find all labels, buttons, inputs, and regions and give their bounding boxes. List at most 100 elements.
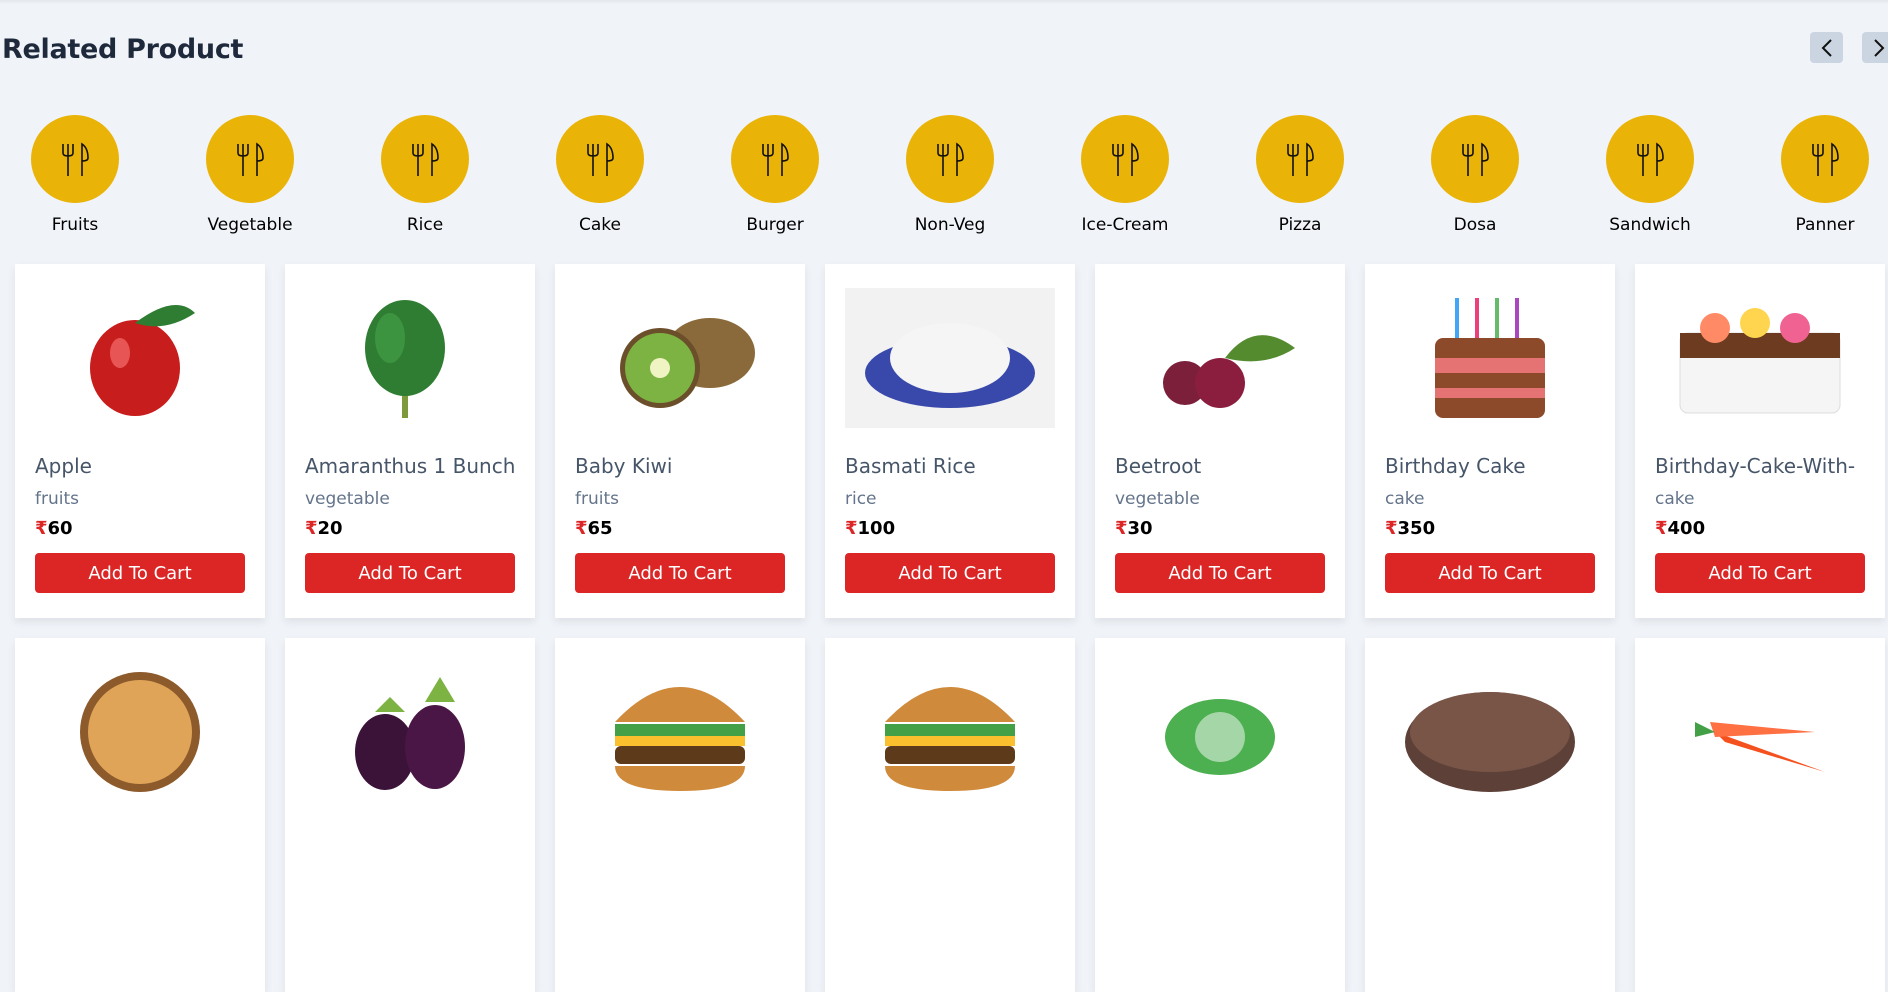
category-label: Vegetable	[207, 215, 293, 235]
rupee-icon: ₹	[1115, 518, 1128, 539]
utensils-icon	[62, 142, 89, 176]
utensils-icon	[587, 142, 614, 176]
utensils-icon	[1112, 142, 1139, 176]
category-row: Fruits Vegetable Rice Cake Burger Non-Veg Ice-…	[0, 115, 1888, 245]
utensils-icon	[1287, 142, 1314, 176]
cake-image	[1435, 298, 1545, 418]
rupee-icon: ₹	[575, 518, 588, 539]
chevron-left-icon	[1821, 38, 1832, 57]
price-value: 350	[1397, 518, 1436, 539]
prev-button[interactable]	[1810, 32, 1843, 63]
product-image[interactable]	[35, 662, 245, 802]
product-card	[1365, 638, 1615, 992]
category-rice[interactable]: Rice	[355, 115, 495, 235]
utensils-icon	[1812, 142, 1839, 176]
category-circle	[381, 115, 469, 203]
product-name[interactable]: Birthday-Cake-With-	[1655, 454, 1869, 478]
product-image[interactable]	[845, 662, 1055, 802]
utensils-icon	[237, 142, 264, 176]
beetroot-image	[1163, 335, 1295, 408]
product-name[interactable]: Apple	[35, 454, 249, 478]
product-card: Amaranthus 1 Bunch vegetable ₹20 Add To Car…	[285, 264, 535, 618]
category-cake[interactable]: Cake	[530, 115, 670, 235]
category-ice-cream[interactable]: Ice-Cream	[1055, 115, 1195, 235]
product-category: cake	[1655, 489, 1695, 509]
product-category: cake	[1385, 489, 1425, 509]
product-card: Birthday Cake cake ₹350 Add To Cart	[1365, 264, 1615, 618]
utensils-icon	[412, 142, 439, 176]
utensils-icon	[1462, 142, 1489, 176]
add-to-cart-button[interactable]: Add To Cart	[1115, 553, 1325, 593]
product-image[interactable]	[305, 288, 515, 428]
product-card	[1635, 638, 1885, 992]
add-to-cart-button[interactable]: Add To Cart	[845, 553, 1055, 593]
rice-image	[845, 288, 1055, 428]
category-label: Fruits	[51, 215, 99, 235]
product-card: Baby Kiwi fruits ₹65 Add To Cart	[555, 264, 805, 618]
product-image[interactable]	[845, 288, 1055, 428]
add-to-cart-button[interactable]: Add To Cart	[1655, 553, 1865, 593]
category-fruits[interactable]: Fruits	[5, 115, 145, 235]
rupee-icon: ₹	[35, 518, 48, 539]
product-image[interactable]	[1115, 662, 1325, 802]
rupee-icon: ₹	[305, 518, 318, 539]
product-card	[1095, 638, 1345, 992]
product-name[interactable]: Baby Kiwi	[575, 454, 789, 478]
product-card	[555, 638, 805, 992]
category-vegetable[interactable]: Vegetable	[180, 115, 320, 235]
category-label: Dosa	[1453, 215, 1497, 235]
product-category: fruits	[575, 489, 619, 509]
product-name[interactable]: Amaranthus 1 Bunch	[305, 454, 519, 478]
product-card: Apple fruits ₹60 Add To Cart	[15, 264, 265, 618]
price-value: 20	[317, 518, 343, 539]
product-image[interactable]	[35, 288, 245, 428]
category-circle	[31, 115, 119, 203]
price-value: 60	[47, 518, 73, 539]
category-label: Panner	[1795, 215, 1855, 235]
product-name[interactable]: Birthday Cake	[1385, 454, 1599, 478]
product-name[interactable]: Beetroot	[1115, 454, 1329, 478]
category-burger[interactable]: Burger	[705, 115, 845, 235]
category-circle	[1781, 115, 1869, 203]
product-image[interactable]	[1655, 662, 1865, 802]
category-label: Pizza	[1278, 215, 1322, 235]
rupee-icon: ₹	[845, 518, 858, 539]
product-card: Beetroot vegetable ₹30 Add To Cart	[1095, 264, 1345, 618]
product-price: ₹30	[1115, 518, 1153, 539]
cake2-image	[1679, 308, 1841, 414]
product-card	[285, 638, 535, 992]
cabbage-image	[1165, 699, 1275, 775]
add-to-cart-button[interactable]: Add To Cart	[35, 553, 245, 593]
add-to-cart-button[interactable]: Add To Cart	[575, 553, 785, 593]
category-circle	[556, 115, 644, 203]
price-value: 30	[1127, 518, 1153, 539]
add-to-cart-button[interactable]: Add To Cart	[1385, 553, 1595, 593]
product-card: Basmati Rice rice ₹100 Add To Cart	[825, 264, 1075, 618]
product-image[interactable]	[305, 662, 515, 802]
product-image[interactable]	[575, 662, 785, 802]
carrot-image	[1695, 722, 1825, 772]
product-price: ₹60	[35, 518, 73, 539]
category-non-veg[interactable]: Non-Veg	[880, 115, 1020, 235]
product-image[interactable]	[1655, 288, 1865, 428]
product-name[interactable]: Basmati Rice	[845, 454, 1059, 478]
product-image[interactable]	[1385, 662, 1595, 802]
next-button[interactable]	[1862, 32, 1888, 63]
category-circle	[906, 115, 994, 203]
add-to-cart-button[interactable]: Add To Cart	[305, 553, 515, 593]
product-price: ₹65	[575, 518, 613, 539]
product-price: ₹350	[1385, 518, 1435, 539]
category-dosa[interactable]: Dosa	[1405, 115, 1545, 235]
category-sandwich[interactable]: Sandwich	[1580, 115, 1720, 235]
product-image[interactable]	[575, 288, 785, 428]
utensils-icon	[762, 142, 789, 176]
category-label: Cake	[579, 215, 621, 235]
product-price: ₹400	[1655, 518, 1705, 539]
product-image[interactable]	[1115, 288, 1325, 428]
kiwi-image	[620, 318, 755, 408]
category-circle	[1081, 115, 1169, 203]
top-shadow	[0, 0, 1888, 4]
category-pizza[interactable]: Pizza	[1230, 115, 1370, 235]
product-image[interactable]	[1385, 288, 1595, 428]
category-panner[interactable]: Panner	[1755, 115, 1888, 235]
